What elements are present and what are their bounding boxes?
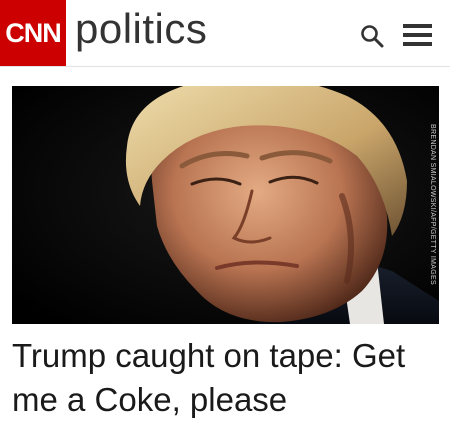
- article-headline[interactable]: Trump caught on tape: Get me a Coke, ple…: [12, 334, 438, 422]
- portrait-photo: [12, 86, 439, 324]
- cnn-logo-text: CNN: [5, 17, 61, 48]
- section-title[interactable]: politics: [75, 5, 207, 52]
- photo-credit-text: BRENDAN SMIALOWSKI/AFP/GETTY IMAGES: [428, 123, 436, 285]
- site-header: CNN politics: [0, 0, 450, 66]
- article-hero-image[interactable]: BRENDAN SMIALOWSKI/AFP/GETTY IMAGES: [12, 86, 439, 324]
- cnn-logo[interactable]: CNN: [0, 0, 66, 66]
- search-icon[interactable]: [360, 24, 384, 48]
- hamburger-menu-icon[interactable]: [403, 24, 432, 46]
- photo-credit: BRENDAN SMIALOWSKI/AFP/GETTY IMAGES: [425, 88, 439, 320]
- header-divider: [0, 66, 450, 67]
